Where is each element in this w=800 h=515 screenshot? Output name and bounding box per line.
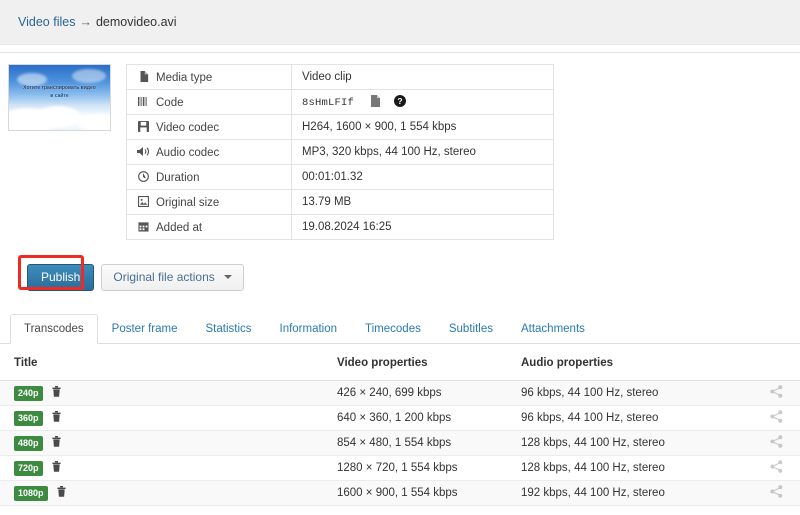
share-icon[interactable] xyxy=(770,460,783,476)
action-toolbar: Publish Original file actions xyxy=(0,255,800,291)
table-row: 240p 426 × 240, 699 kbps 96 kbps, 44 100… xyxy=(0,380,800,406)
tab-subtitles[interactable]: Subtitles xyxy=(435,314,507,344)
video-properties-cell: 426 × 240, 699 kbps xyxy=(337,380,521,406)
file-icon xyxy=(137,70,150,82)
audio-properties-cell: 96 kbps, 44 100 Hz, stereo xyxy=(521,380,753,406)
table-row: 360p 640 × 360, 1 200 kbps 96 kbps, 44 1… xyxy=(0,405,800,431)
video-properties-cell: 640 × 360, 1 200 kbps xyxy=(337,405,521,431)
tab-timecodes[interactable]: Timecodes xyxy=(351,314,435,344)
audio-properties-cell: 128 kbps, 44 100 Hz, stereo xyxy=(521,430,753,456)
quality-badge[interactable]: 240p xyxy=(14,385,43,401)
share-icon[interactable] xyxy=(770,435,783,451)
media-info-label: Original size xyxy=(156,196,220,209)
quality-badge[interactable]: 1080p xyxy=(14,485,48,501)
table-row: 720p 1280 × 720, 1 554 kbps 128 kbps, 44… xyxy=(0,455,800,481)
svg-text:?: ? xyxy=(398,96,403,106)
barcode-icon xyxy=(137,96,150,107)
media-info-row-video-codec: Video codec H264, 1600 × 900, 1 554 kbps xyxy=(126,114,554,140)
video-properties-cell: 1280 × 720, 1 554 kbps xyxy=(337,455,521,481)
media-info-row-audio-codec: Audio codec MP3, 320 kbps, 44 100 Hz, st… xyxy=(126,139,554,165)
column-header-title: Title xyxy=(0,355,337,381)
breadcrumb-separator: → xyxy=(79,15,92,29)
quality-badge[interactable]: 360p xyxy=(14,410,43,426)
media-info-row-original-size: Original size 13.79 MB xyxy=(126,189,554,215)
column-header-audio-properties: Audio properties xyxy=(521,355,753,381)
calendar-icon xyxy=(137,221,150,232)
transcodes-table: Title Video properties Audio properties … xyxy=(0,355,800,506)
tab-poster-frame[interactable]: Poster frame xyxy=(98,314,192,344)
original-file-actions-dropdown[interactable]: Original file actions xyxy=(101,264,244,291)
table-row: 1080p 1600 × 900, 1 554 kbps 192 kbps, 4… xyxy=(0,480,800,506)
trash-icon[interactable] xyxy=(52,461,61,475)
media-summary: Хотите транслировать видео в сайте Media… xyxy=(0,53,800,240)
media-info-label: Audio codec xyxy=(156,146,220,159)
trash-icon[interactable] xyxy=(52,411,61,425)
media-info-label: Duration xyxy=(156,171,200,184)
media-info-row-code: Code 8sHmLFIf ? xyxy=(126,89,554,115)
media-info-label: Video codec xyxy=(156,121,220,134)
breadcrumb-link-video-files[interactable]: Video files xyxy=(18,15,75,29)
thumbnail-overlay-text: Хотите транслировать видео в сайте xyxy=(9,84,110,100)
quality-badge[interactable]: 720p xyxy=(14,460,43,476)
media-info-value: 13.79 MB xyxy=(291,189,554,215)
tab-transcodes[interactable]: Transcodes xyxy=(10,314,98,344)
audio-properties-cell: 96 kbps, 44 100 Hz, stereo xyxy=(521,405,753,431)
media-info-value: Video clip xyxy=(291,64,554,90)
column-header-video-properties: Video properties xyxy=(337,355,521,381)
media-info-row-media-type: Media type Video clip xyxy=(126,64,554,90)
volume-icon xyxy=(137,146,150,157)
media-info-table: Media type Video clip Code 8sHmLFIf ? Vi… xyxy=(126,64,554,240)
original-file-actions-label: Original file actions xyxy=(113,270,215,284)
media-info-label: Code xyxy=(156,96,184,109)
tab-attachments[interactable]: Attachments xyxy=(507,314,599,344)
media-info-value: MP3, 320 kbps, 44 100 Hz, stereo xyxy=(291,139,554,165)
trash-icon[interactable] xyxy=(52,436,61,450)
tab-statistics[interactable]: Statistics xyxy=(191,314,265,344)
copy-icon[interactable] xyxy=(370,94,381,110)
audio-properties-cell: 192 kbps, 44 100 Hz, stereo xyxy=(521,480,753,506)
media-code-value: 8sHmLFIf xyxy=(302,96,355,109)
share-icon[interactable] xyxy=(770,485,783,501)
media-info-label: Media type xyxy=(156,71,213,84)
media-info-row-added-at: Added at 19.08.2024 16:25 xyxy=(126,214,554,240)
video-properties-cell: 854 × 480, 1 554 kbps xyxy=(337,430,521,456)
thumbnail-overlay-line1: Хотите транслировать видео xyxy=(23,85,96,91)
breadcrumb: Video files → demovideo.avi xyxy=(18,15,177,29)
caret-down-icon xyxy=(223,275,232,279)
help-icon[interactable]: ? xyxy=(394,94,407,110)
transcodes-header-row: Title Video properties Audio properties xyxy=(0,355,800,381)
publish-button[interactable]: Publish xyxy=(27,264,95,291)
column-header-share xyxy=(753,355,800,381)
share-icon[interactable] xyxy=(770,410,783,426)
thumbnail-overlay-line2: в сайте xyxy=(50,93,69,99)
video-thumbnail[interactable]: Хотите транслировать видео в сайте xyxy=(8,64,111,131)
tab-bar: Transcodes Poster frame Statistics Infor… xyxy=(0,314,800,344)
breadcrumb-band: Video files → demovideo.avi xyxy=(0,0,800,45)
trash-icon[interactable] xyxy=(52,386,61,400)
clock-icon xyxy=(137,170,150,182)
media-info-row-duration: Duration 00:01:01.32 xyxy=(126,164,554,190)
video-properties-cell: 1600 × 900, 1 554 kbps xyxy=(337,480,521,506)
audio-properties-cell: 128 kbps, 44 100 Hz, stereo xyxy=(521,455,753,481)
media-info-value: 19.08.2024 16:25 xyxy=(291,214,554,240)
trash-icon[interactable] xyxy=(57,486,66,500)
table-row: 480p 854 × 480, 1 554 kbps 128 kbps, 44 … xyxy=(0,430,800,456)
tab-information[interactable]: Information xyxy=(266,314,352,344)
media-info-value: H264, 1600 × 900, 1 554 kbps xyxy=(291,114,554,140)
quality-badge[interactable]: 480p xyxy=(14,435,43,451)
floppy-icon xyxy=(137,120,150,132)
share-icon[interactable] xyxy=(770,385,783,401)
media-info-value: 00:01:01.32 xyxy=(291,164,554,190)
image-icon xyxy=(137,195,150,207)
breadcrumb-current: demovideo.avi xyxy=(95,15,177,29)
media-info-label: Added at xyxy=(156,221,203,234)
